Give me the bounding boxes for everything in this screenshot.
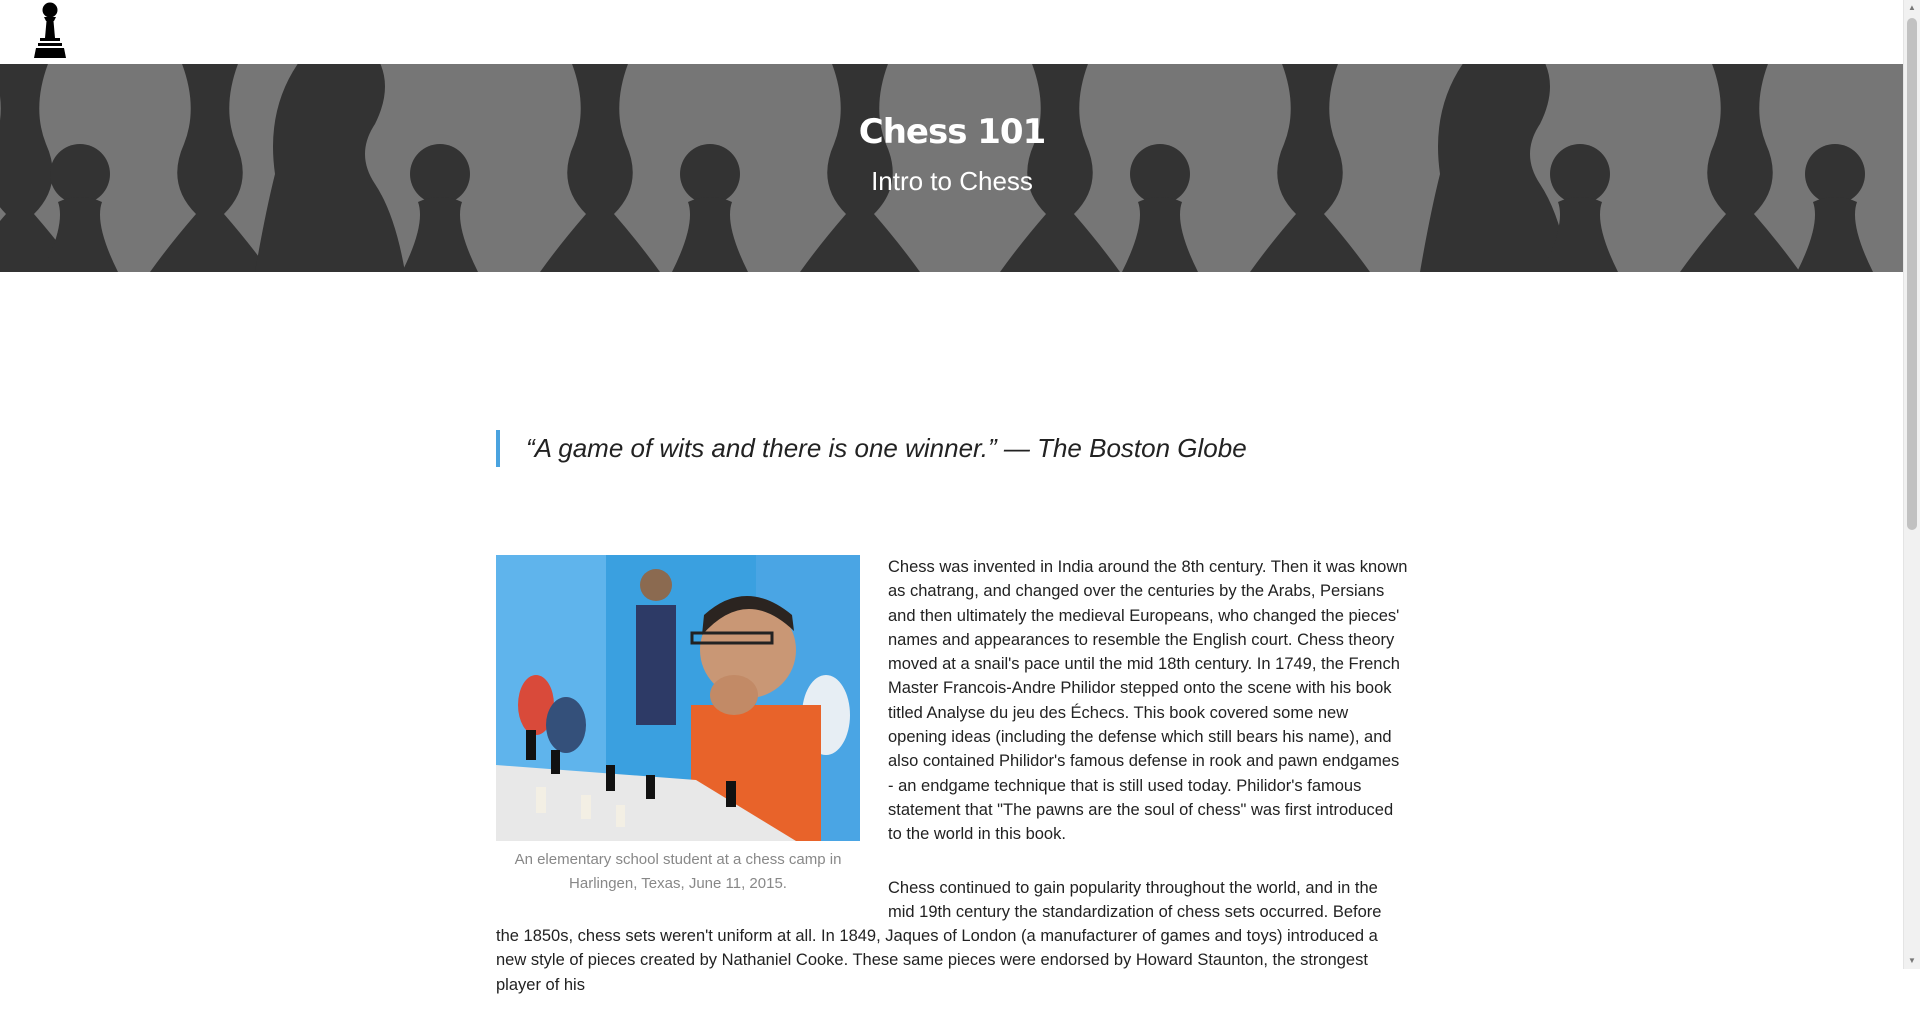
figure-caption: An elementary school student at a chess … (514, 851, 842, 892)
article-figure: An elementary school student at a chess … (496, 555, 860, 896)
scroll-down-arrow-icon[interactable]: ▼ (1904, 953, 1920, 969)
scrollbar-thumb[interactable] (1907, 18, 1917, 530)
student-at-chess-camp-photo (496, 555, 860, 841)
page-subtitle: Intro to Chess (871, 166, 1033, 196)
hero-banner: Chess 101 Intro to Chess (0, 64, 1904, 272)
scroll-up-arrow-icon[interactable]: ▲ (1904, 0, 1920, 16)
page-scrollbar[interactable]: ▲ ▼ (1903, 0, 1920, 969)
page-title: Chess 101 (858, 112, 1047, 152)
top-navbar (0, 0, 1904, 65)
article-body: An elementary school student at a chess … (496, 555, 1408, 1026)
chess-pawn-icon[interactable] (32, 0, 68, 60)
pull-quote: “A game of wits and there is one winner.… (496, 430, 1247, 467)
